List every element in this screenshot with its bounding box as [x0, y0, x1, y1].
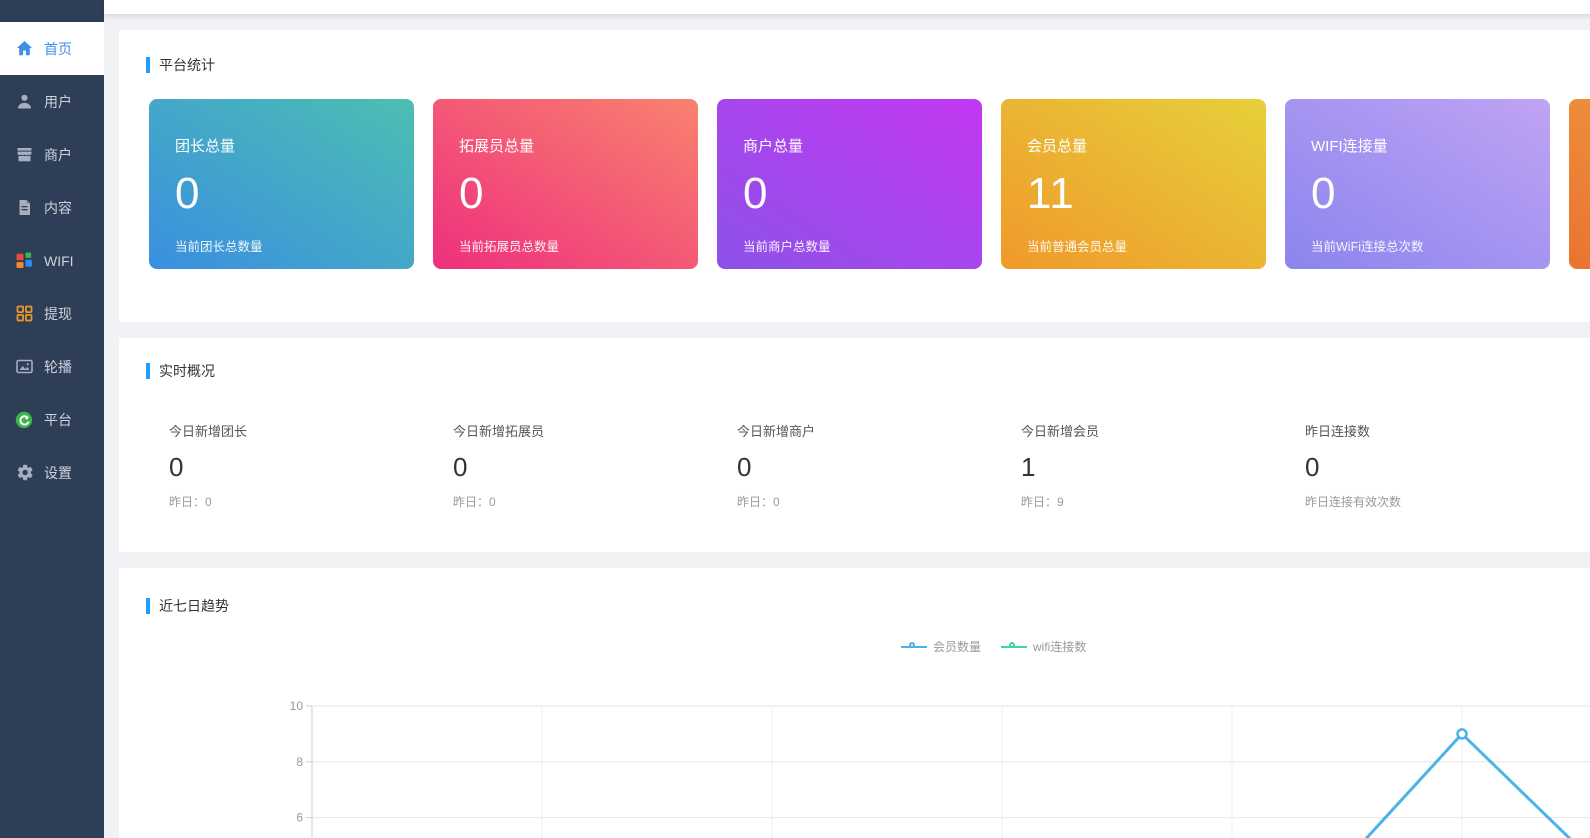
sidebar-item-label: 设置 [44, 464, 72, 481]
legend-item-members[interactable]: 会员数量 [901, 638, 981, 655]
card-value: 0 [459, 169, 485, 218]
sidebar-item-label: 平台 [44, 411, 72, 428]
section-accent-bar [146, 57, 150, 73]
stat-label: 今日新增会员 [1021, 424, 1100, 439]
legend-item-wifi[interactable]: wifi连接数 [1001, 638, 1086, 655]
sidebar-item-home[interactable]: 首页 [0, 22, 104, 75]
card-desc: 当前拓展员总数量 [459, 240, 560, 254]
stat-value: 0 [1305, 452, 1320, 482]
sidebar-item-label: 用户 [44, 93, 72, 110]
sidebar: 首页 用户 商户 内容 WIFI 提现 轮播 平台 设置 [0, 0, 104, 838]
stat-card-wifi: WIFI连接量 0 当前WiFi连接总次数 [1285, 99, 1550, 269]
sidebar-item-withdraw[interactable]: 提现 [0, 287, 104, 340]
card-value: 0 [743, 169, 769, 218]
sidebar-item-label: 提现 [44, 305, 72, 322]
settings-gear-icon [15, 464, 33, 482]
stat-cards-row: 团长总量 0 当前团长总数量 拓展员总量 0 当前拓展员总数量 商户总量 0 当… [149, 99, 1590, 269]
stat-sub: 昨日连接有效次数 [1305, 495, 1402, 509]
sidebar-item-carousel[interactable]: 轮播 [0, 340, 104, 393]
section-title-realtime: 实时概况 [146, 361, 1590, 381]
stat-card-merchants: 商户总量 0 当前商户总数量 [717, 99, 982, 269]
stat-yesterday-connections: 昨日连接数 0 昨日连接有效次数 [1305, 421, 1589, 510]
section-title-text: 平台统计 [159, 57, 215, 73]
stat-card-members: 会员总量 11 当前普通会员总量 [1001, 99, 1266, 269]
stat-value: 0 [737, 452, 752, 482]
stat-new-members: 今日新增会员 1 昨日：9 [1021, 421, 1305, 510]
stat-label: 昨日连接数 [1305, 424, 1371, 439]
sidebar-item-merchants[interactable]: 商户 [0, 128, 104, 181]
sidebar-item-settings[interactable]: 设置 [0, 446, 104, 499]
stat-label: 今日新增团长 [169, 424, 248, 439]
card-desc: 当前团长总数量 [175, 240, 263, 254]
stat-card-leaders: 团长总量 0 当前团长总数量 [149, 99, 414, 269]
stat-value: 0 [169, 452, 184, 482]
sidebar-item-platform[interactable]: 平台 [0, 393, 104, 446]
realtime-panel: 实时概况 今日新增团长 0 昨日：0 今日新增拓展员 0 昨日：0 今日新增商户… [119, 338, 1590, 552]
trend-line-chart[interactable]: 10 8 6 [119, 680, 1590, 838]
sidebar-item-label: 轮播 [44, 358, 72, 375]
legend-label: 会员数量 [933, 640, 982, 654]
svg-text:8: 8 [296, 755, 303, 769]
stat-value: 0 [453, 452, 468, 482]
stat-label: 今日新增商户 [737, 424, 816, 439]
svg-text:6: 6 [296, 811, 303, 825]
sidebar-item-wifi[interactable]: WIFI [0, 234, 104, 287]
legend-label: wifi连接数 [1033, 640, 1087, 654]
stat-new-merchants: 今日新增商户 0 昨日：0 [737, 421, 1021, 510]
content-icon [15, 199, 33, 217]
sidebar-item-label: 商户 [44, 146, 72, 163]
trend-panel: 近七日趋势 会员数量 wifi连接数 10 8 6 [119, 568, 1590, 838]
section-accent-bar [146, 598, 150, 614]
stat-sub: 昨日：0 [169, 495, 212, 509]
header-strip [104, 0, 1590, 14]
card-desc: 当前商户总数量 [743, 240, 831, 254]
app-root: 首页 用户 商户 内容 WIFI 提现 轮播 平台 设置 平台统计 团长总量 0… [0, 0, 1590, 838]
section-title-trend: 近七日趋势 [146, 596, 1590, 616]
stat-value: 1 [1021, 452, 1036, 482]
stat-label: 今日新增拓展员 [453, 424, 545, 439]
stat-card-expanders: 拓展员总量 0 当前拓展员总数量 [433, 99, 698, 269]
user-icon [15, 93, 33, 111]
stat-sub: 昨日：9 [1021, 495, 1064, 509]
sidebar-item-users[interactable]: 用户 [0, 75, 104, 128]
line-circle-marker-icon [901, 641, 927, 652]
merchant-icon [15, 146, 33, 164]
sidebar-item-label: 内容 [44, 199, 72, 216]
card-title: WIFI连接量 [1311, 138, 1388, 155]
svg-text:10: 10 [290, 699, 304, 713]
card-desc: 当前普通会员总量 [1027, 240, 1128, 254]
line-circle-marker-icon [1001, 641, 1028, 652]
card-value: 0 [175, 169, 201, 218]
sidebar-item-label: 首页 [44, 40, 72, 57]
card-title: 拓展员总量 [459, 138, 535, 155]
card-desc: 当前WiFi连接总次数 [1311, 240, 1424, 254]
card-value: 0 [1311, 169, 1337, 218]
section-title-text: 实时概况 [159, 363, 215, 379]
section-title-platform-stats: 平台统计 [146, 55, 1590, 75]
card-value: 11 [1027, 169, 1075, 218]
stat-sub: 昨日：0 [737, 495, 780, 509]
sidebar-item-content[interactable]: 内容 [0, 181, 104, 234]
realtime-stats-row: 今日新增团长 0 昨日：0 今日新增拓展员 0 昨日：0 今日新增商户 0 昨日… [169, 421, 1590, 510]
stat-sub: 昨日：0 [453, 495, 496, 509]
card-title: 会员总量 [1027, 138, 1088, 155]
chart-legend: 会员数量 wifi连接数 [901, 638, 1086, 655]
stat-card-partial [1569, 99, 1590, 269]
withdraw-grid-icon [15, 305, 33, 323]
carousel-image-icon [15, 358, 33, 376]
trend-chart-svg: 10 8 6 [290, 699, 1590, 838]
platform-stats-panel: 平台统计 团长总量 0 当前团长总数量 拓展员总量 0 当前拓展员总数量 商户总… [119, 30, 1590, 322]
card-title: 商户总量 [743, 138, 804, 155]
wifi-apps-icon [15, 252, 33, 270]
stat-new-expanders: 今日新增拓展员 0 昨日：0 [453, 421, 737, 510]
card-title: 团长总量 [175, 138, 236, 155]
sidebar-item-label: WIFI [44, 252, 74, 269]
main-content: 平台统计 团长总量 0 当前团长总数量 拓展员总量 0 当前拓展员总数量 商户总… [104, 0, 1590, 838]
section-title-text: 近七日趋势 [159, 598, 229, 614]
stat-new-leaders: 今日新增团长 0 昨日：0 [169, 421, 453, 510]
platform-icon [15, 411, 33, 429]
section-accent-bar [146, 363, 150, 379]
home-icon [15, 40, 33, 58]
